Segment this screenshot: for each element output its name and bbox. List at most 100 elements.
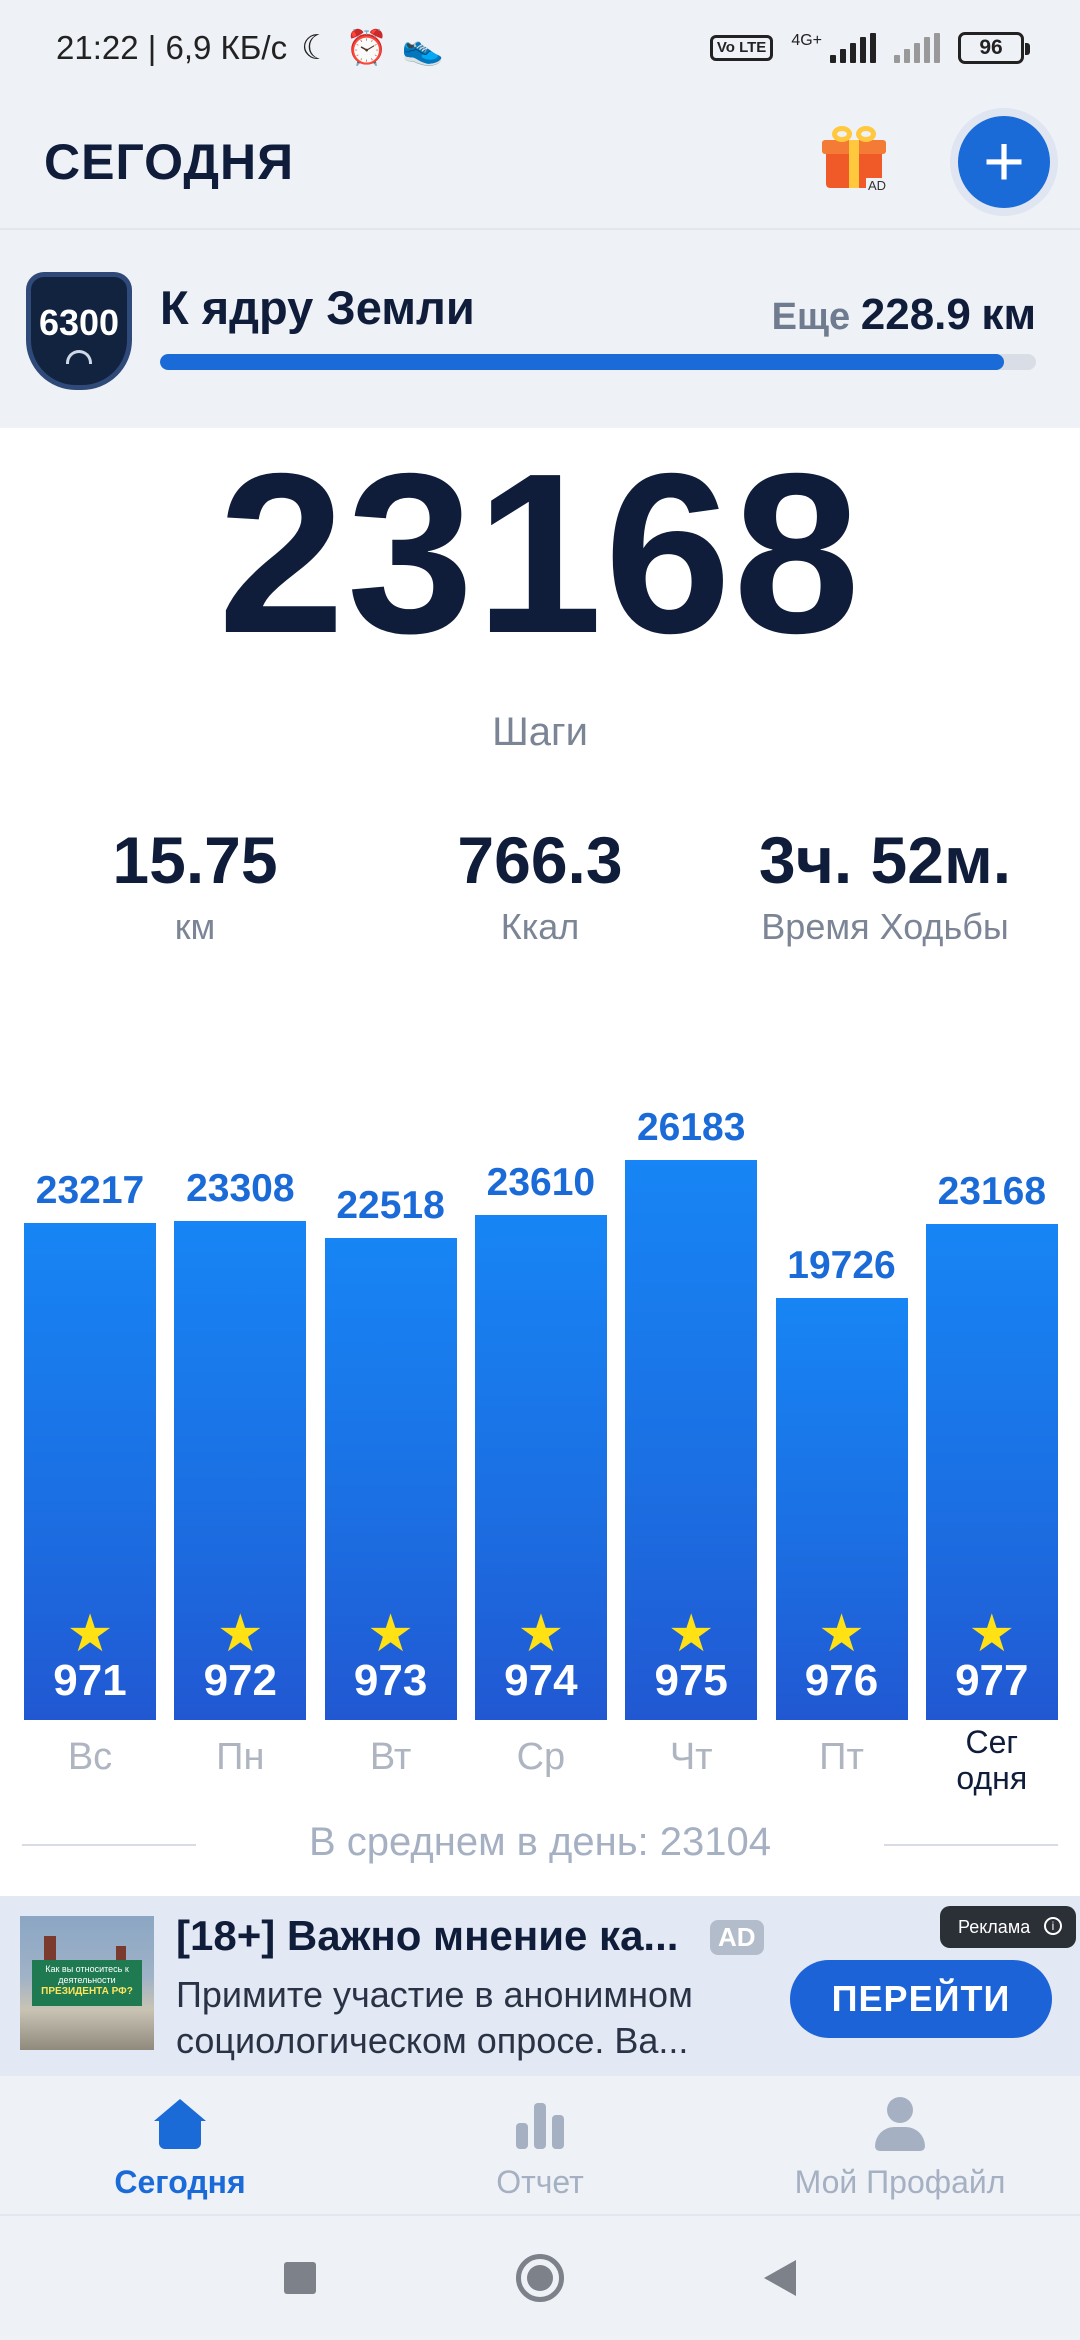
nav-item-report[interactable]: Отчет <box>360 2076 720 2214</box>
goal-remaining-unit: км <box>981 290 1036 339</box>
stat-distance: 15.75 км <box>0 820 390 948</box>
chart-day-label-line: одня <box>956 1760 1028 1796</box>
plus-icon: + <box>958 116 1050 208</box>
ad-image-panel: Как вы относитесь к деятельности ПРЕЗИДЕ… <box>32 1960 142 2006</box>
nav-item-report-label: Отчет <box>496 2164 584 2200</box>
home-button-icon[interactable] <box>516 2254 564 2302</box>
chart-day-label-line: Сег <box>965 1724 1019 1760</box>
chart-bar-badge-number: 973 <box>353 1656 428 1705</box>
goal-banner[interactable]: 6300 К ядру Земли Еще 228.9 км <box>0 230 1080 428</box>
stat-calories-label: Ккал <box>500 906 580 947</box>
stat-distance-value: 15.75 <box>112 823 278 897</box>
chart-day-label: Вт <box>369 1736 412 1778</box>
status-left: 21:22 | 6,9 КБ/с ☾ ⏰ 👟 <box>56 29 444 67</box>
status-time: 21:22 | 6,9 КБ/с <box>56 29 288 66</box>
profile-icon <box>873 2097 927 2151</box>
chart-bar-value-label: 23168 <box>937 1170 1047 1213</box>
chart-bar-column[interactable]: 19726 ★ 976 Пт <box>775 1040 908 1800</box>
goal-remaining-prefix: Еще <box>771 296 851 338</box>
chart-day-label: Вс <box>67 1736 113 1778</box>
goal-badge: 6300 <box>26 272 132 390</box>
shoe-icon: 👟 <box>401 29 445 67</box>
chart-bar-column[interactable]: 23168 ★ 977 Сег одня <box>925 1040 1058 1800</box>
chart-bar-value-label: 23217 <box>35 1169 145 1212</box>
gift-icon[interactable]: AD <box>822 124 889 194</box>
chart-bar-column[interactable]: 23217 ★ 971 Вс <box>24 1040 156 1800</box>
signal-icon <box>830 33 876 63</box>
ad-title[interactable]: [18+] Важно мнение ка... <box>176 1912 706 1960</box>
recents-icon[interactable] <box>284 2262 316 2294</box>
moon-icon: ☾ <box>301 29 332 67</box>
star-icon: ★ <box>968 1605 1016 1663</box>
chart-bar-badge-number: 974 <box>504 1656 578 1705</box>
ad-tag: AD <box>710 1920 764 1955</box>
ad-image-text-small: Как вы относитесь к деятельности <box>45 1964 129 1985</box>
star-icon: ★ <box>517 1605 565 1663</box>
ad-cta-button[interactable]: ПЕРЕЙТИ <box>790 1960 1052 2038</box>
steps-label: Шаги <box>492 710 588 754</box>
goal-remaining: Еще 228.9 км <box>772 290 1036 340</box>
bottom-nav: Сегодня Отчет Мой Профайл <box>0 2076 1080 2216</box>
star-icon: ★ <box>216 1605 264 1663</box>
battery-icon: 96 <box>958 32 1030 64</box>
back-icon[interactable] <box>764 2260 796 2296</box>
chart-bar-value-label: 23308 <box>186 1167 295 1210</box>
goal-badge-number: 6300 <box>38 302 120 343</box>
chart-day-label: Сег одня <box>916 1724 1068 1796</box>
chart-bar-value-label: 19726 <box>787 1244 896 1287</box>
goal-progress-fill <box>160 354 1005 370</box>
stat-time: 3ч. 52м. Время Ходьбы <box>690 820 1080 948</box>
average-text: В среднем в день: 23104 <box>308 1820 772 1864</box>
nav-item-today-label: Сегодня <box>114 2164 246 2200</box>
goal-name: К ядру Земли <box>160 281 475 334</box>
weekly-steps-chart: 23217 ★ 971 Вс 23308 ★ 972 Пн 22518 ★ 973 Вт 23610 ★ 9… <box>0 1040 1080 1800</box>
app-header: СЕГОДНЯ AD + <box>0 96 1080 230</box>
star-icon: ★ <box>667 1605 715 1663</box>
chart-day-label: Пн <box>216 1736 265 1778</box>
chart-bar-value-label: 23610 <box>486 1161 596 1204</box>
chart-bar-column[interactable]: 23308 ★ 972 Пн <box>174 1040 307 1800</box>
average-row: В среднем в день: 23104 <box>0 1820 1080 1870</box>
home-icon <box>154 2099 206 2149</box>
star-icon: ★ <box>66 1605 114 1663</box>
ad-body-line-2: социологическом опросе. Ва... <box>176 2020 689 2061</box>
chart-day-label: Пт <box>819 1736 864 1778</box>
status-right: Vo LTE 4G+ 96 <box>709 32 1030 64</box>
system-nav-bar <box>0 2216 1080 2340</box>
ad-corner-label[interactable]: Реклама i <box>940 1906 1076 1948</box>
info-icon[interactable]: i <box>1044 1917 1062 1935</box>
chart-bar-value-label: 22518 <box>336 1184 445 1227</box>
chart-bar-badge-number: 971 <box>53 1656 127 1705</box>
bar-chart-icon <box>516 2099 564 2149</box>
signal-icon-2 <box>894 33 940 63</box>
stat-time-value: 3ч. 52м. <box>758 823 1012 897</box>
gift-ad-label: AD <box>866 178 889 193</box>
stat-distance-label: км <box>174 906 216 947</box>
stat-calories-value: 766.3 <box>457 823 623 897</box>
nav-item-today[interactable]: Сегодня <box>0 2076 360 2214</box>
steps-count: 23168 <box>217 427 862 681</box>
goal-progress-bar <box>160 354 1036 370</box>
add-button[interactable]: + <box>950 108 1058 216</box>
stat-time-label: Время Ходьбы <box>761 906 1009 947</box>
alarm-icon: ⏰ <box>345 29 388 67</box>
chart-bar-badge-number: 977 <box>955 1656 1029 1705</box>
page-title: СЕГОДНЯ <box>44 134 295 190</box>
stat-calories: 766.3 Ккал <box>390 820 690 948</box>
ad-image[interactable]: Как вы относитесь к деятельности ПРЕЗИДЕ… <box>20 1916 154 2050</box>
nav-item-profile[interactable]: Мой Профайл <box>720 2076 1080 2214</box>
chart-bar-badge-number: 976 <box>804 1656 879 1705</box>
star-icon: ★ <box>818 1605 865 1663</box>
chart-bar-column[interactable]: 26183 ★ 975 Чт <box>625 1040 758 1800</box>
chart-bar-column[interactable]: 23610 ★ 974 Ср <box>474 1040 607 1800</box>
star-icon: ★ <box>367 1605 414 1663</box>
ad-body: Примите участие в анонимном социологичес… <box>176 1972 756 2064</box>
chart-day-label: Чт <box>669 1736 713 1778</box>
ad-corner-label-text: Реклама <box>958 1917 1031 1937</box>
chart-bar-column[interactable]: 22518 ★ 973 Вт <box>324 1040 457 1800</box>
volte-icon: Vo LTE <box>709 35 774 61</box>
status-bar: 21:22 | 6,9 КБ/с ☾ ⏰ 👟 Vo LTE 4G+ 96 <box>0 0 1080 96</box>
ad-body-line-1: Примите участие в анонимном <box>176 1974 693 2015</box>
goal-remaining-value: 228.9 <box>860 290 971 339</box>
ad-banner[interactable]: Как вы относитесь к деятельности ПРЕЗИДЕ… <box>0 1896 1080 2076</box>
